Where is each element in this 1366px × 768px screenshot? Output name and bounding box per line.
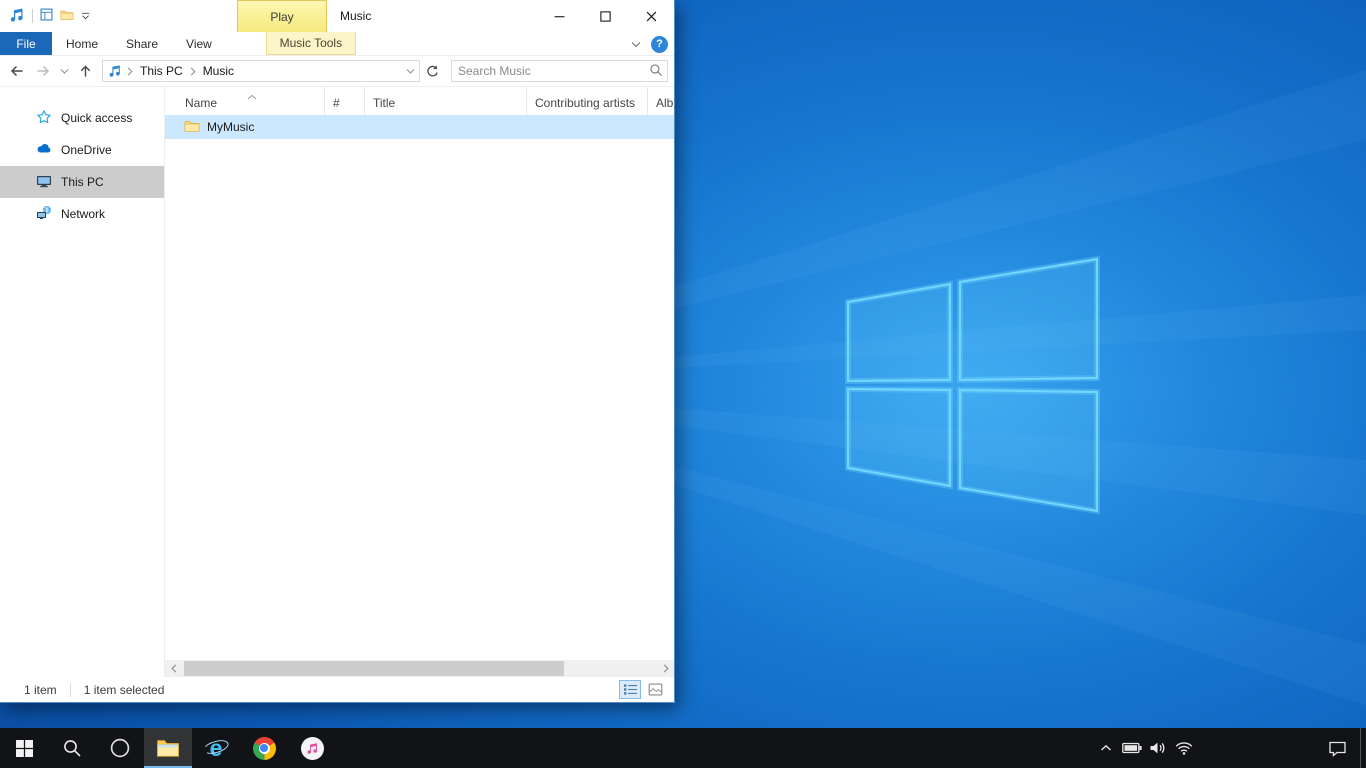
maximize-button[interactable] <box>582 0 628 32</box>
column-header-name[interactable]: Name <box>165 87 324 115</box>
tab-music-tools[interactable]: Music Tools <box>266 32 356 55</box>
breadcrumb-music[interactable]: Music <box>197 61 240 81</box>
start-button[interactable] <box>0 728 48 768</box>
file-list: MyMusic <box>165 115 674 660</box>
file-name: MyMusic <box>207 120 254 134</box>
taskbar-internet-explorer-icon[interactable]: e <box>192 728 240 768</box>
file-row-mymusic[interactable]: MyMusic <box>165 115 674 139</box>
scrollbar-thumb[interactable] <box>184 661 564 676</box>
address-music-icon <box>103 64 126 78</box>
breadcrumb-chevron-icon <box>189 67 197 76</box>
title-bar: Play Music <box>0 0 674 32</box>
navigation-pane: Quick access OneDrive This PC Network <box>0 87 165 677</box>
properties-button[interactable] <box>40 8 53 24</box>
scrollbar-track[interactable] <box>182 660 657 677</box>
battery-icon[interactable] <box>1119 728 1145 768</box>
sidebar-item-label: OneDrive <box>61 143 112 157</box>
selection-count: 1 item selected <box>84 683 165 697</box>
network-icon <box>36 205 52 224</box>
quick-access-star-icon <box>36 109 52 128</box>
window-controls <box>536 0 674 32</box>
onedrive-cloud-icon <box>36 141 52 160</box>
recent-locations-chevron-icon[interactable] <box>56 58 72 84</box>
search-box <box>451 60 668 82</box>
volume-icon[interactable] <box>1145 728 1171 768</box>
show-desktop-button[interactable] <box>1360 728 1366 768</box>
close-button[interactable] <box>628 0 674 32</box>
taskbar: e <box>0 728 1366 768</box>
taskbar-chrome-icon[interactable] <box>240 728 288 768</box>
refresh-button[interactable] <box>421 60 443 82</box>
up-button[interactable] <box>72 58 98 84</box>
new-folder-button[interactable] <box>60 8 74 25</box>
tab-share[interactable]: Share <box>112 32 172 55</box>
status-bar: 1 item 1 item selected <box>0 677 674 702</box>
folder-icon <box>184 118 200 137</box>
search-input[interactable] <box>452 61 649 81</box>
taskbar-search-icon[interactable] <box>48 728 96 768</box>
customize-toolbar-chevron-icon[interactable] <box>81 9 90 23</box>
explorer-window: Play Music File Home Share View Music To… <box>0 0 675 703</box>
taskbar-file-explorer-icon[interactable] <box>144 728 192 768</box>
column-headers: Name # Title Contributing artists Alb <box>165 87 674 115</box>
tab-home[interactable]: Home <box>52 32 112 55</box>
tab-view[interactable]: View <box>172 32 226 55</box>
sort-ascending-icon <box>247 89 257 103</box>
taskbar-itunes-icon[interactable] <box>288 728 336 768</box>
window-title: Music <box>340 0 371 32</box>
address-dropdown-chevron-icon[interactable] <box>401 61 419 81</box>
cortana-icon[interactable] <box>96 728 144 768</box>
window-body: Quick access OneDrive This PC Network <box>0 87 674 677</box>
sidebar-item-quick-access[interactable]: Quick access <box>0 102 164 134</box>
search-icon[interactable] <box>649 63 663 80</box>
sidebar-item-label: This PC <box>61 175 104 189</box>
column-header-contributing-artists[interactable]: Contributing artists <box>526 87 647 115</box>
sidebar-item-network[interactable]: Network <box>0 198 164 230</box>
sidebar-item-onedrive[interactable]: OneDrive <box>0 134 164 166</box>
forward-button[interactable] <box>30 58 56 84</box>
scroll-left-button[interactable] <box>165 660 182 677</box>
wifi-network-icon[interactable] <box>1171 728 1197 768</box>
tray-spacer <box>1197 728 1315 768</box>
quick-access-toolbar <box>0 7 90 26</box>
breadcrumb-chevron-icon <box>126 67 134 76</box>
status-divider <box>70 683 71 697</box>
tab-file[interactable]: File <box>0 32 52 55</box>
expand-ribbon-chevron-icon[interactable] <box>631 37 641 51</box>
system-tray <box>1093 728 1366 768</box>
sidebar-item-this-pc[interactable]: This PC <box>0 166 164 198</box>
minimize-button[interactable] <box>536 0 582 32</box>
column-header-number[interactable]: # <box>324 87 364 115</box>
navigation-bar: This PC Music <box>0 56 674 87</box>
horizontal-scrollbar[interactable] <box>165 660 674 677</box>
address-bar[interactable]: This PC Music <box>102 60 420 82</box>
toolbar-divider <box>32 9 33 23</box>
hidden-icons-chevron-icon[interactable] <box>1093 728 1119 768</box>
sidebar-item-label: Quick access <box>61 111 132 125</box>
help-button[interactable]: ? <box>651 36 668 53</box>
sidebar-item-label: Network <box>61 207 105 221</box>
context-tab-play[interactable]: Play <box>237 0 327 32</box>
app-music-icon[interactable] <box>9 7 25 26</box>
details-view-button[interactable] <box>619 680 641 699</box>
scroll-right-button[interactable] <box>657 660 674 677</box>
file-list-pane: Name # Title Contributing artists Alb My… <box>165 87 674 677</box>
large-icons-view-button[interactable] <box>644 680 666 699</box>
action-center-icon[interactable] <box>1315 728 1360 768</box>
column-header-title[interactable]: Title <box>364 87 526 115</box>
column-header-album[interactable]: Alb <box>647 87 674 115</box>
back-button[interactable] <box>4 58 30 84</box>
this-pc-monitor-icon <box>36 173 52 192</box>
breadcrumb-this-pc[interactable]: This PC <box>134 61 189 81</box>
item-count: 1 item <box>24 683 57 697</box>
ribbon-tab-row: File Home Share View Music Tools ? <box>0 32 674 56</box>
